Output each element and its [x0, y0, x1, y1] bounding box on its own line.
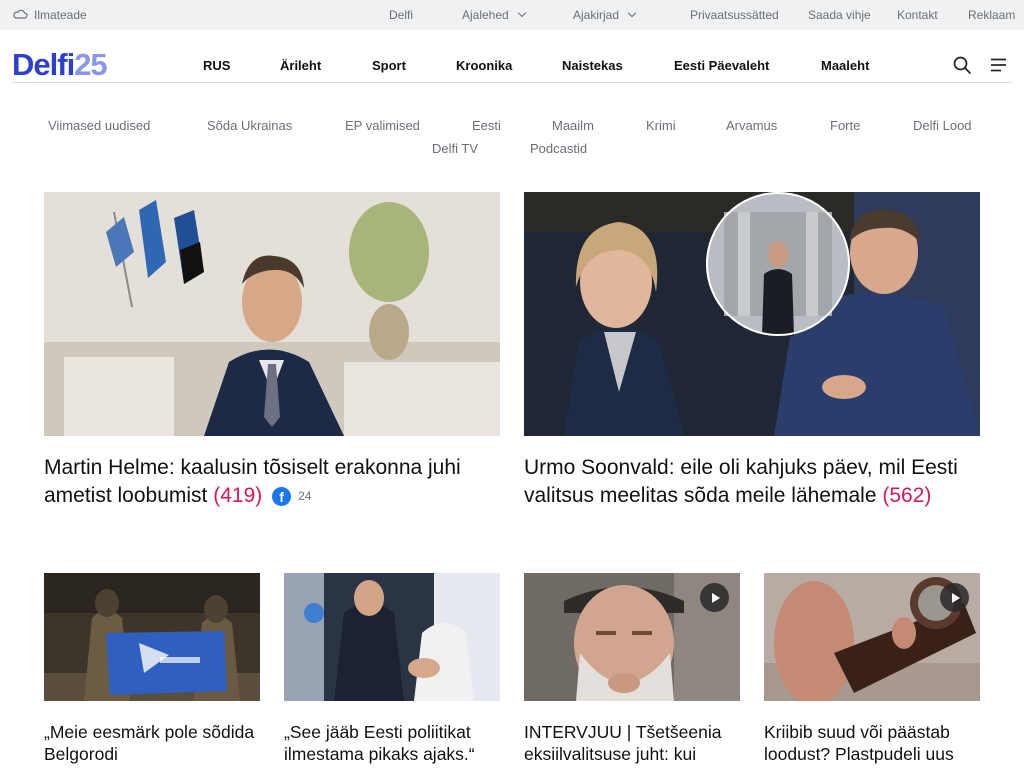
newspapers-label: Ajalehed — [462, 8, 509, 22]
nav-eesti-paevaleht[interactable]: Eesti Päevaleht — [674, 58, 769, 73]
section-krimi[interactable]: Krimi — [646, 118, 676, 133]
header-divider — [12, 82, 1012, 83]
newspapers-dropdown[interactable]: Ajalehed — [462, 0, 526, 30]
article-image — [524, 192, 980, 436]
article-image — [44, 192, 500, 436]
article-headline[interactable]: Urmo Soonvald: eile oli kahjuks päev, mi… — [524, 454, 980, 510]
section-maailm[interactable]: Maailm — [552, 118, 594, 133]
article-card-4[interactable]: Kriibib suud või päästab loodust? Plastp… — [764, 573, 980, 768]
nav-naistekas[interactable]: Naistekas — [562, 58, 623, 73]
article-headline[interactable]: Kriibib suud või päästab loodust? Plastp… — [764, 721, 980, 765]
article-image — [524, 573, 740, 701]
nav-rus[interactable]: RUS — [203, 58, 230, 73]
facebook-share[interactable]: f 24 — [272, 482, 311, 510]
nav-kroonika[interactable]: Kroonika — [456, 58, 512, 73]
magazines-label: Ajakirjad — [573, 8, 620, 22]
main-navigation: RUS Ärileht Sport Kroonika Naistekas Ees… — [0, 30, 1024, 83]
privacy-settings-link[interactable]: Privaatsussätted — [690, 0, 779, 30]
send-tip-link[interactable]: Saada vihje — [808, 0, 871, 30]
section-forte[interactable]: Forte — [830, 118, 860, 133]
cloud-icon — [12, 8, 28, 22]
play-video-icon[interactable] — [700, 583, 729, 612]
contact-link[interactable]: Kontakt — [897, 0, 938, 30]
article-card-3[interactable]: INTERVJUU | Tšetšeenia eksiilvalitsuse j… — [524, 573, 740, 768]
nav-sport[interactable]: Sport — [372, 58, 406, 73]
section-war-in-ukraine[interactable]: Sõda Ukrainas — [207, 118, 292, 133]
comment-count[interactable]: (562) — [882, 484, 931, 507]
featured-article-1[interactable]: Martin Helme: kaalusin tõsiselt erakonna… — [44, 192, 500, 532]
article-image — [44, 573, 260, 701]
magazines-dropdown[interactable]: Ajakirjad — [573, 0, 637, 30]
comment-count[interactable]: (419) — [213, 484, 262, 507]
search-icon[interactable] — [952, 55, 972, 75]
section-ep-elections[interactable]: EP valimised — [345, 118, 420, 133]
chevron-down-icon — [517, 8, 526, 18]
facebook-icon: f — [272, 486, 292, 506]
article-headline[interactable]: INTERVJUU | Tšetšeenia eksiilvalitsuse j… — [524, 721, 740, 765]
featured-article-2[interactable]: Urmo Soonvald: eile oli kahjuks päev, mi… — [524, 192, 980, 537]
menu-icon[interactable] — [989, 55, 1009, 75]
section-arvamus[interactable]: Arvamus — [726, 118, 777, 133]
article-image — [284, 573, 500, 701]
top-utility-bar: Ilmateade Delfi Ajalehed Ajakirjad Priva… — [0, 0, 1024, 30]
section-delfi-lood[interactable]: Delfi Lood — [913, 118, 972, 133]
section-podcastid[interactable]: Podcastid — [530, 141, 587, 156]
advertising-link[interactable]: Reklaam — [968, 0, 1015, 30]
play-video-icon[interactable] — [940, 583, 969, 612]
section-eesti[interactable]: Eesti — [472, 118, 501, 133]
article-headline[interactable]: „See jääb Eesti poliitikat ilmestama pik… — [284, 721, 500, 765]
facebook-share-count: 24 — [298, 489, 312, 504]
nav-arileht[interactable]: Ärileht — [280, 58, 321, 73]
article-image — [764, 573, 980, 701]
section-delfi-tv[interactable]: Delfi TV — [432, 141, 478, 156]
article-headline[interactable]: „Meie eesmärk pole sõdida Belgorodi — [44, 721, 260, 765]
weather-link[interactable]: Ilmateade — [12, 0, 87, 30]
delfi-link[interactable]: Delfi — [389, 0, 413, 30]
chevron-down-icon — [627, 8, 637, 18]
nav-maaleht[interactable]: Maaleht — [821, 58, 869, 73]
article-card-2[interactable]: „See jääb Eesti poliitikat ilmestama pik… — [284, 573, 500, 768]
weather-label: Ilmateade — [34, 8, 87, 22]
article-headline[interactable]: Martin Helme: kaalusin tõsiselt erakonna… — [44, 454, 500, 510]
article-card-1[interactable]: „Meie eesmärk pole sõdida Belgorodi — [44, 573, 260, 768]
section-latest-news[interactable]: Viimased uudised — [48, 118, 150, 133]
